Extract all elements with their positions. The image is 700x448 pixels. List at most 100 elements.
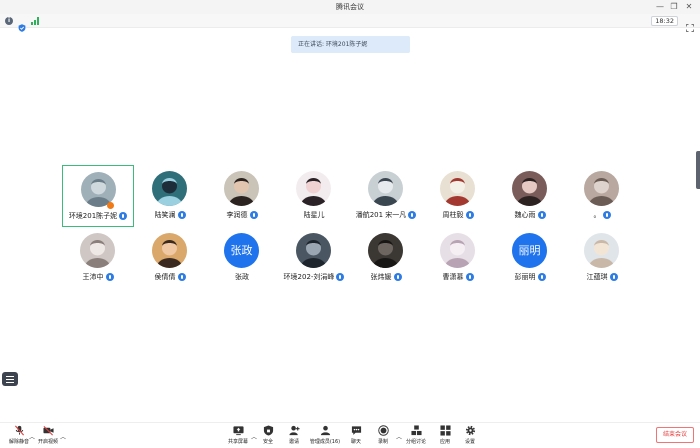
chat-list-toggle[interactable] xyxy=(2,372,18,386)
mic-icon xyxy=(465,273,474,281)
mic-icon xyxy=(602,211,611,219)
participant-name-line: 王沛中 xyxy=(62,272,134,282)
mic-icon xyxy=(249,211,258,219)
settings-icon xyxy=(465,425,475,436)
video-options-caret[interactable]: ︿ xyxy=(60,432,66,441)
fullscreen-icon[interactable] xyxy=(686,17,694,32)
participant-tile[interactable]: 张政 张政 xyxy=(206,227,278,289)
participant-tile[interactable]: 曹潇慕 xyxy=(422,227,494,289)
minimize-button[interactable]: — xyxy=(654,1,666,13)
participant-name: 张政 xyxy=(235,273,249,281)
participant-name-line: 周柱毅 xyxy=(422,210,494,220)
camera-off-icon xyxy=(42,425,54,436)
chat-icon xyxy=(351,426,361,435)
avatar xyxy=(152,171,187,206)
participant-name-line: 魏心雨 xyxy=(494,210,566,220)
avatar xyxy=(224,171,259,206)
participant-tile[interactable]: 王沛中 xyxy=(62,227,134,289)
participant-tile[interactable]: 环境201陈子妮 xyxy=(62,165,134,227)
participant-tile[interactable]: 江蕴琪 xyxy=(566,227,638,289)
participant-name-line: 。 xyxy=(566,210,638,220)
avatar xyxy=(584,171,619,206)
participant-name-line: 张炜媛 xyxy=(350,272,422,282)
screen-share-icon xyxy=(232,426,244,436)
participant-name: 潘航201 宋一凡 xyxy=(355,211,407,219)
participant-name-line: 侯倩倩 xyxy=(134,272,206,282)
side-panel-handle[interactable] xyxy=(696,151,700,189)
participant-tile[interactable]: 侯倩倩 xyxy=(134,227,206,289)
info-icon[interactable]: i xyxy=(5,17,13,25)
mic-icon xyxy=(177,211,186,219)
participant-name: 魏心雨 xyxy=(514,211,536,219)
participant-tile[interactable]: 环境202-刘涓峰 xyxy=(278,227,350,289)
invite-icon xyxy=(288,425,300,436)
end-meeting-button[interactable]: 结束会议 xyxy=(656,427,694,443)
participant-tile[interactable]: 魏心雨 xyxy=(494,165,566,227)
mic-icon xyxy=(177,273,186,281)
avatar xyxy=(440,233,475,268)
mic-icon xyxy=(336,273,345,281)
record-button[interactable]: 录制 xyxy=(366,425,400,448)
host-badge-icon xyxy=(107,202,114,209)
participant-tile[interactable]: 陆星儿 xyxy=(278,165,350,227)
participant-name-line: 陆星儿 xyxy=(278,210,350,220)
manage-members-button[interactable]: 管理成员(16) xyxy=(308,425,342,448)
participant-name-line: 李润德 xyxy=(206,210,278,220)
participant-name: 李润德 xyxy=(226,211,248,219)
mic-icon xyxy=(609,273,618,281)
participant-name: 环境202-刘涓峰 xyxy=(283,273,335,281)
mic-icon xyxy=(408,211,417,219)
mic-icon xyxy=(465,211,474,219)
avatar xyxy=(368,171,403,206)
participant-tile[interactable]: 丽明 彭丽明 xyxy=(494,227,566,289)
speaking-banner: 正在讲话: 环境201陈子妮 xyxy=(291,36,410,53)
participant-name: 王沛中 xyxy=(82,273,104,281)
avatar xyxy=(368,233,403,268)
participant-name-line: 环境201陈子妮 xyxy=(63,211,133,221)
participant-name: 江蕴琪 xyxy=(586,273,608,281)
shield-icon[interactable] xyxy=(18,17,26,32)
window-title: 腾讯会议 xyxy=(336,3,364,11)
meeting-toolbar: 解除静音 ︿ 开启视频 ︿ 共享屏幕 ︿ 安全 邀请 管理成员(16) 聊天 录… xyxy=(0,422,700,448)
participant-name: 周柱毅 xyxy=(442,211,464,219)
participant-name-line: 环境202-刘涓峰 xyxy=(278,272,350,282)
participant-tile[interactable]: 陆笑澜 xyxy=(134,165,206,227)
participant-name: 环境201陈子妮 xyxy=(68,212,118,220)
share-screen-button[interactable]: 共享屏幕 xyxy=(221,425,255,448)
shield-icon xyxy=(263,425,273,436)
participant-name-line: 潘航201 宋一凡 xyxy=(350,210,422,220)
network-signal-icon[interactable] xyxy=(31,17,39,25)
record-icon xyxy=(377,425,389,436)
participant-tile[interactable]: 潘航201 宋一凡 xyxy=(350,165,422,227)
close-button[interactable]: ✕ xyxy=(683,1,695,13)
mic-icon xyxy=(119,212,128,220)
members-icon xyxy=(320,425,330,436)
avatar xyxy=(296,171,331,206)
mic-icon xyxy=(537,211,546,219)
participant-name: 曹潇慕 xyxy=(442,273,464,281)
mic-muted-icon xyxy=(14,425,24,436)
participant-name: 。 xyxy=(593,211,601,219)
settings-button[interactable]: 设置 xyxy=(453,425,487,448)
avatar xyxy=(296,233,331,268)
avatar xyxy=(584,233,619,268)
participant-tile[interactable]: 。 xyxy=(566,165,638,227)
participant-tile[interactable]: 周柱毅 xyxy=(422,165,494,227)
participant-tile[interactable]: 张炜媛 xyxy=(350,227,422,289)
participant-name: 彭丽明 xyxy=(514,273,536,281)
participant-name: 侯倩倩 xyxy=(154,273,176,281)
avatar-initials: 张政 xyxy=(224,233,259,268)
avatar xyxy=(152,233,187,268)
participant-name-line: 曹潇慕 xyxy=(422,272,494,282)
meeting-status-bar: i 18:32 xyxy=(0,14,700,32)
avatar xyxy=(80,233,115,268)
participant-name-line: 彭丽明 xyxy=(494,272,566,282)
invite-button[interactable]: 邀请 xyxy=(277,425,311,448)
participant-tile[interactable]: 李润德 xyxy=(206,165,278,227)
avatar xyxy=(512,171,547,206)
meeting-clock: 18:32 xyxy=(651,16,678,26)
maximize-button[interactable]: ❐ xyxy=(668,1,680,13)
mic-icon xyxy=(537,273,546,281)
avatar-initials: 丽明 xyxy=(512,233,547,268)
mic-icon xyxy=(393,273,402,281)
